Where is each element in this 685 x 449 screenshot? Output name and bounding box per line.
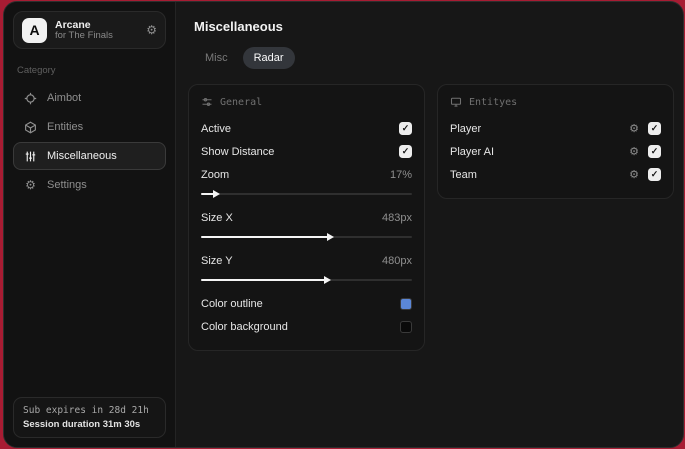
brand-subtitle: for The Finals (55, 29, 113, 41)
brand-text: Arcane for The Finals (55, 19, 113, 42)
sidebar-item-label: Miscellaneous (47, 150, 117, 162)
slider-thumb[interactable] (324, 276, 332, 284)
sidebar-item-entities[interactable]: Entities (13, 113, 166, 141)
tune-icon (202, 98, 212, 106)
tab-bar: Misc Radar (194, 47, 674, 69)
slider-label: Size X (201, 211, 233, 224)
entity-row-team: Team ⚙ (450, 163, 661, 186)
sidebar-item-label: Aimbot (47, 92, 82, 104)
app-window: A Arcane for The Finals ⚙ Category Aimbo… (3, 1, 684, 448)
slider-label: Size Y (201, 254, 233, 267)
sliders-icon (25, 151, 36, 161)
brand-card: A Arcane for The Finals ⚙ (13, 11, 166, 49)
general-panel-header: General (201, 96, 412, 108)
entities-panel-header: Entityes (450, 96, 661, 108)
category-label: Category (17, 65, 56, 76)
entity-controls: ⚙ (629, 145, 661, 158)
color-background-swatch[interactable] (400, 320, 412, 333)
size-x-slider[interactable] (201, 233, 412, 241)
slider-row-zoom: Zoom 17% (201, 163, 412, 186)
session-duration-text: Session duration 31m 30s (23, 419, 141, 430)
color-label: Color background (201, 320, 288, 333)
slider-value: 480px (382, 254, 412, 267)
color-outline-swatch[interactable] (400, 297, 412, 310)
gear-icon: ⚙ (25, 178, 36, 192)
color-row-outline: Color outline (201, 292, 412, 315)
show-distance-checkbox[interactable] (399, 145, 412, 158)
brand-gear-icon[interactable]: ⚙ (146, 23, 157, 37)
slider-value: 483px (382, 211, 412, 224)
color-label: Color outline (201, 297, 263, 310)
color-row-background: Color background (201, 315, 412, 338)
slider-thumb[interactable] (212, 190, 220, 198)
page-title: Miscellaneous (194, 19, 283, 34)
slider-row-size-y: Size Y 480px (201, 249, 412, 272)
brand-logo: A (22, 17, 47, 43)
sub-expiry-text: Sub expires in 28d 21h (23, 405, 149, 416)
main-content: Miscellaneous Misc Radar General Active (176, 2, 683, 447)
gear-icon[interactable]: ⚙ (629, 122, 639, 135)
gear-icon[interactable]: ⚙ (629, 145, 639, 158)
subscription-card: Sub expires in 28d 21h Session duration … (13, 397, 166, 438)
active-checkbox[interactable] (399, 122, 412, 135)
panels-row: General Active Show Distance Zoom 17% (188, 84, 674, 351)
entity-label: Player AI (450, 145, 495, 158)
general-panel-title: General (220, 96, 263, 108)
size-y-slider[interactable] (201, 276, 412, 284)
entity-row-player: Player ⚙ (450, 117, 661, 140)
general-panel: General Active Show Distance Zoom 17% (188, 84, 425, 351)
monitor-icon (450, 97, 462, 107)
entity-row-player-ai: Player AI ⚙ (450, 140, 661, 163)
entity-label: Team (450, 168, 477, 181)
player-checkbox[interactable] (648, 122, 661, 135)
sidebar-item-aimbot[interactable]: Aimbot (13, 84, 166, 112)
sidebar-item-miscellaneous[interactable]: Miscellaneous (13, 142, 166, 170)
slider-value: 17% (389, 168, 412, 181)
slider-row-size-x: Size X 483px (201, 206, 412, 229)
team-checkbox[interactable] (648, 168, 661, 181)
toggle-row-active: Active (201, 117, 412, 140)
entities-panel-title: Entityes (469, 96, 518, 108)
sidebar: A Arcane for The Finals ⚙ Category Aimbo… (4, 2, 176, 447)
entities-panel: Entityes Player ⚙ Player AI ⚙ (437, 84, 674, 199)
crosshair-icon (24, 92, 37, 104)
entity-label: Player (450, 122, 482, 135)
entity-controls: ⚙ (629, 122, 661, 135)
toggle-label: Active (201, 122, 231, 135)
gear-icon[interactable]: ⚙ (629, 168, 639, 181)
slider-thumb[interactable] (326, 233, 334, 241)
tab-radar[interactable]: Radar (242, 47, 295, 69)
player-ai-checkbox[interactable] (648, 145, 661, 158)
zoom-slider[interactable] (201, 190, 412, 198)
cube-icon (25, 121, 36, 133)
brand-title: Arcane (55, 18, 91, 31)
slider-fill (201, 236, 328, 238)
entity-controls: ⚙ (629, 168, 661, 181)
sidebar-item-label: Entities (47, 121, 84, 133)
toggle-row-show-distance: Show Distance (201, 140, 412, 163)
sidebar-item-label: Settings (47, 179, 87, 191)
slider-fill (201, 279, 326, 281)
slider-label: Zoom (201, 168, 230, 181)
sidebar-item-settings[interactable]: ⚙ Settings (13, 171, 166, 199)
tab-misc[interactable]: Misc (194, 47, 239, 69)
toggle-label: Show Distance (201, 145, 275, 158)
